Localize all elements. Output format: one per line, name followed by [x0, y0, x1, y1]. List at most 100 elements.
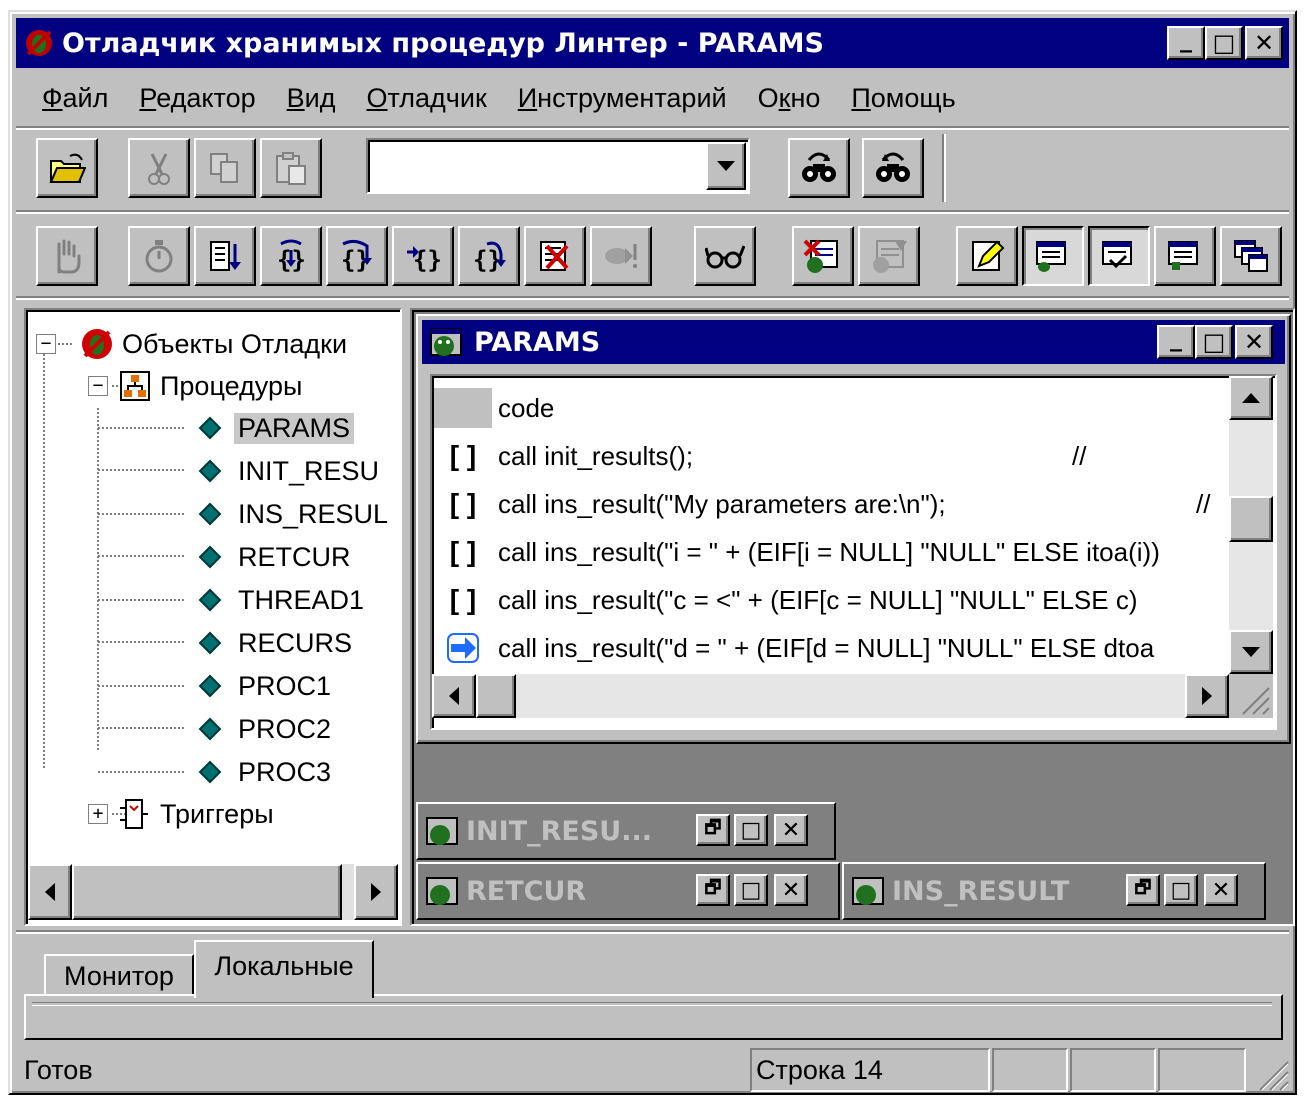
hscroll-left-button[interactable] — [432, 674, 476, 718]
paste-button[interactable] — [260, 138, 322, 198]
breakpoint-marker[interactable]: [ ] — [434, 436, 492, 476]
tree-root[interactable]: − Объекты Отладки — [36, 324, 347, 364]
disabled-breakpoint-button[interactable] — [858, 226, 920, 286]
tree-procedure-item[interactable]: INIT_RESU — [198, 451, 383, 491]
tree-hscrollbar[interactable] — [28, 864, 398, 920]
cut-button[interactable] — [128, 138, 190, 198]
tree-procedure-item[interactable]: PARAMS — [198, 408, 355, 448]
find-next-button[interactable] — [788, 138, 850, 198]
search-combo[interactable] — [366, 138, 750, 194]
tree-procedure-item[interactable]: RETCUR — [198, 537, 355, 577]
scroll-down-button[interactable] — [1229, 630, 1273, 674]
hscroll-thumb[interactable] — [476, 674, 516, 718]
open-button[interactable] — [36, 138, 98, 198]
toggle-breakpoint-button[interactable] — [792, 226, 854, 286]
find-prev-button[interactable] — [862, 138, 924, 198]
window-size-grip-icon[interactable] — [1250, 1048, 1290, 1092]
view-2-button[interactable] — [1088, 226, 1150, 286]
code-line[interactable]: [ ] call ins_result("My parameters are:\n… — [432, 480, 1229, 528]
tree-procedure-item[interactable]: RECURS — [198, 623, 356, 663]
run-to-cursor-button[interactable] — [590, 226, 652, 286]
clear-breakpoints-button[interactable] — [524, 226, 586, 286]
view-3-button[interactable] — [1154, 226, 1216, 286]
vscroll-thumb[interactable] — [1229, 496, 1273, 542]
maximize-button[interactable]: □ — [1164, 874, 1198, 906]
minimized-window-init-results[interactable]: INIT_RESU... 🗗 □ ✕ — [416, 802, 836, 860]
tree-procedure-item[interactable]: INS_RESUL — [198, 494, 392, 534]
breakpoint-marker[interactable]: [ ] — [434, 484, 492, 524]
tab-monitor[interactable]: Монитор — [44, 954, 194, 996]
tree-procedure-item[interactable]: THREAD1 — [198, 580, 368, 620]
pane-splitter[interactable] — [404, 308, 408, 926]
tree-triggers[interactable]: + Триггеры — [88, 794, 274, 834]
tab-locals[interactable]: Локальные — [194, 940, 374, 998]
view-1-button[interactable] — [1022, 226, 1084, 286]
arrow-down-icon — [1242, 647, 1260, 657]
minimize-button[interactable]: _ — [1167, 26, 1205, 60]
hscroll-right-button[interactable] — [1185, 674, 1229, 718]
close-button[interactable]: ✕ — [774, 814, 808, 846]
copy-button[interactable] — [194, 138, 256, 198]
edit-button[interactable] — [956, 226, 1018, 286]
editor-maximize-button[interactable]: □ — [1195, 325, 1233, 359]
editor-window[interactable]: PARAMS _ □ ✕ code [ ] call init_results()… — [416, 314, 1291, 744]
run-to-button[interactable]: {} — [458, 226, 520, 286]
code-vscrollbar[interactable] — [1229, 376, 1273, 674]
tree-procedure-item[interactable]: PROC2 — [198, 709, 335, 749]
debug-objects-tree[interactable]: − Объекты Отладки − Процедуры + Триггеры — [24, 308, 402, 926]
close-button[interactable]: ✕ — [1245, 26, 1283, 60]
minimized-window-retcur[interactable]: RETCUR 🗗 □ ✕ — [416, 862, 840, 920]
scroll-left-button[interactable] — [28, 864, 72, 920]
menu-window[interactable]: Окно — [758, 83, 821, 114]
code-text: call ins_result("My parameters are:\n"); — [498, 488, 946, 519]
collapse-icon[interactable]: − — [36, 334, 56, 354]
current-line-arrow-icon[interactable] — [434, 628, 492, 668]
code-line[interactable]: [ ] call ins_result("c = <" + (EIF[c = NU… — [432, 576, 1229, 624]
restore-button[interactable]: 🗗 — [1126, 874, 1160, 906]
maximize-button[interactable]: □ — [734, 814, 768, 846]
menu-view[interactable]: Вид — [287, 83, 336, 114]
breakpoint-marker[interactable]: [ ] — [434, 532, 492, 572]
close-button[interactable]: ✕ — [1204, 874, 1238, 906]
cascade-button[interactable] — [1220, 226, 1282, 286]
scroll-thumb[interactable] — [72, 864, 342, 920]
menu-editor[interactable]: Редактор — [139, 83, 255, 114]
watch-button[interactable] — [694, 226, 756, 286]
stop-button[interactable] — [36, 226, 98, 286]
menu-tools[interactable]: Инструментарий — [518, 83, 727, 114]
close-button[interactable]: ✕ — [774, 874, 808, 906]
code-line[interactable]: call ins_result("d = " + (EIF[d = NULL] … — [432, 624, 1229, 672]
menu-debugger[interactable]: Отладчик — [366, 83, 486, 114]
code-header: code — [498, 392, 555, 423]
code-hscrollbar[interactable] — [432, 674, 1229, 718]
menu-file[interactable]: Файл — [42, 83, 108, 114]
maximize-button[interactable]: □ — [1205, 26, 1243, 60]
editor-close-button[interactable]: ✕ — [1235, 325, 1273, 359]
menu-help[interactable]: Помощь — [851, 83, 955, 114]
scroll-up-button[interactable] — [1229, 376, 1273, 420]
size-grip-icon[interactable] — [1229, 674, 1273, 718]
step-over-button[interactable]: {} — [326, 226, 388, 286]
step-into-button[interactable]: {} — [260, 226, 322, 286]
code-view[interactable]: code [ ] call init_results();//[ ] call in… — [430, 374, 1277, 730]
breakpoint-marker[interactable]: [ ] — [434, 580, 492, 620]
editor-minimize-button[interactable]: _ — [1157, 325, 1195, 359]
tree-procedure-item[interactable]: PROC1 — [198, 666, 335, 706]
combo-dropdown-button[interactable] — [706, 142, 746, 190]
editor-title-bar[interactable]: PARAMS _ □ ✕ — [422, 320, 1285, 364]
restore-button[interactable]: 🗗 — [696, 814, 730, 846]
code-line[interactable]: [ ] call init_results(); // — [432, 432, 1229, 480]
tree-procedure-item[interactable]: PROC3 — [198, 752, 335, 792]
minimized-window-ins-result[interactable]: INS_RESULT 🗗 □ ✕ — [842, 862, 1266, 920]
timer-button[interactable] — [128, 226, 190, 286]
tree-procedures[interactable]: − Процедуры — [88, 366, 302, 406]
code-line[interactable]: [ ] call ins_result("i = " + (EIF[i = NUL… — [432, 528, 1229, 576]
maximize-button[interactable]: □ — [734, 874, 768, 906]
collapse-icon[interactable]: − — [88, 376, 108, 396]
step-list-button[interactable] — [194, 226, 256, 286]
title-bar[interactable]: Отладчик хранимых процедур Линтер - PARA… — [16, 18, 1289, 68]
step-out-button[interactable]: {} — [392, 226, 454, 286]
expand-icon[interactable]: + — [88, 804, 108, 824]
restore-button[interactable]: 🗗 — [696, 874, 730, 906]
scroll-right-button[interactable] — [354, 864, 398, 920]
